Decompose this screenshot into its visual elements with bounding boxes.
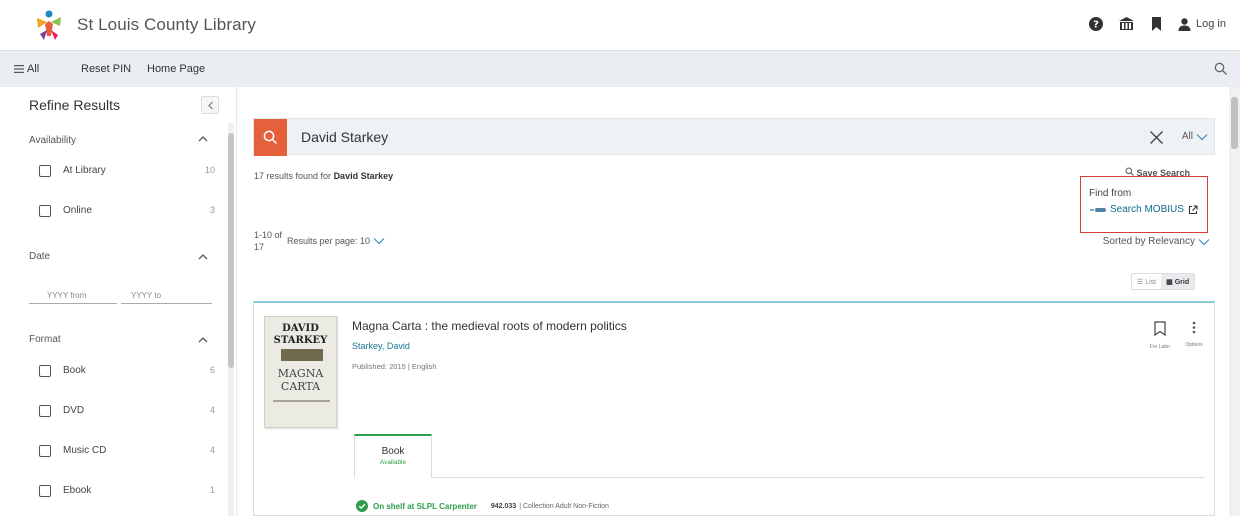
date-to-input[interactable]: YYYY to xyxy=(121,288,212,304)
all-menu-label: All xyxy=(27,63,40,75)
chevron-up-icon[interactable] xyxy=(197,133,209,145)
checkbox[interactable] xyxy=(39,365,51,377)
format-tab-book[interactable]: Book Available xyxy=(354,434,432,478)
checkbox[interactable] xyxy=(39,445,51,457)
login-label: Log in xyxy=(1196,18,1226,30)
facet-option-book[interactable]: Book 6 xyxy=(39,365,215,381)
check-circle-icon xyxy=(356,500,368,512)
help-icon[interactable]: ? xyxy=(1088,16,1104,32)
facet-option-ebook[interactable]: Ebook 1 xyxy=(39,485,215,501)
search-scope-label: All xyxy=(1181,131,1193,142)
checkbox[interactable] xyxy=(39,205,51,217)
search-mobius-link[interactable]: Search MOBIUS xyxy=(1090,204,1198,215)
search-icon xyxy=(1125,167,1134,176)
site-title[interactable]: St Louis County Library xyxy=(77,15,256,35)
pagination-range: 1-10 of 17 xyxy=(254,230,283,252)
nav-bar: All Reset PIN Home Page xyxy=(0,50,1240,87)
date-from-input[interactable]: YYYY from xyxy=(29,288,117,304)
more-vertical-icon xyxy=(1192,321,1196,334)
chevron-left-icon xyxy=(207,101,213,109)
header-actions: ? Log in xyxy=(1088,16,1226,32)
results-query: David Starkey xyxy=(333,171,394,181)
cover-subtitle-line xyxy=(273,400,330,402)
result-published: Published: 2015 | English xyxy=(352,362,437,371)
list-icon: ☰ xyxy=(1137,279,1144,286)
main-scroll-thumb[interactable] xyxy=(1231,97,1238,149)
availability-status[interactable]: On shelf at SLPL Carpenter xyxy=(373,502,477,511)
result-card: DAVID STARKEY MAGNA CARTA Magna Carta : … xyxy=(253,301,1215,516)
facet-count: 1 xyxy=(209,485,215,495)
facet-count: 6 xyxy=(209,365,215,375)
for-later-button[interactable]: For Later xyxy=(1149,321,1171,350)
format-status: Available xyxy=(379,459,407,466)
bookmark-icon[interactable] xyxy=(1148,16,1164,32)
facet-count: 4 xyxy=(209,445,215,455)
collapse-sidebar-button[interactable] xyxy=(201,96,219,114)
chevron-up-icon[interactable] xyxy=(197,334,209,346)
collection-info: | Collection Adult Non-Fiction xyxy=(519,502,609,510)
library-icon[interactable] xyxy=(1118,16,1134,32)
view-grid-button[interactable]: ▦ Grid xyxy=(1161,274,1195,289)
view-list-button[interactable]: ☰ List xyxy=(1132,274,1162,289)
result-title[interactable]: Magna Carta : the medieval roots of mode… xyxy=(352,319,627,333)
chevron-up-icon[interactable] xyxy=(197,251,209,263)
options-button[interactable]: Options xyxy=(1181,321,1207,348)
search-icon[interactable] xyxy=(1214,62,1228,76)
chevron-down-icon xyxy=(1198,238,1210,245)
results-per-page-select[interactable]: Results per page: 10 xyxy=(287,236,385,246)
facet-heading-availability[interactable]: Availability xyxy=(29,135,76,146)
cover-author-text: DAVID STARKEY xyxy=(273,323,328,346)
grid-icon: ▦ xyxy=(1166,279,1173,286)
facet-count: 4 xyxy=(209,405,215,415)
library-logo-icon[interactable] xyxy=(34,8,64,42)
site-header: St Louis County Library ? Log in xyxy=(0,0,1240,50)
result-author[interactable]: Starkey, David xyxy=(352,341,410,351)
nav-home-page[interactable]: Home Page xyxy=(147,63,205,75)
find-from-title: Find from xyxy=(1089,188,1132,199)
chevron-down-icon xyxy=(373,238,385,245)
call-number: 942.033 xyxy=(490,502,517,510)
nav-reset-pin[interactable]: Reset PIN xyxy=(81,63,131,75)
refine-title: Refine Results xyxy=(29,97,121,113)
bookmark-outline-icon xyxy=(1154,321,1166,337)
search-icon xyxy=(263,130,278,145)
refine-sidebar: Refine Results Availability At Library 1… xyxy=(0,87,237,516)
facet-option-music-cd[interactable]: Music CD 4 xyxy=(39,445,215,461)
facet-option-at-library[interactable]: At Library 10 xyxy=(39,165,215,181)
checkbox[interactable] xyxy=(39,165,51,177)
search-input[interactable]: David Starkey xyxy=(301,129,388,145)
search-bar: David Starkey All xyxy=(253,118,1215,156)
sidebar-scroll-thumb[interactable] xyxy=(228,133,234,368)
facet-option-online[interactable]: Online 3 xyxy=(39,205,215,221)
view-toggle: ☰ List ▦ Grid xyxy=(1131,273,1196,290)
facet-count: 10 xyxy=(204,165,215,175)
search-submit-button[interactable] xyxy=(254,119,287,156)
cover-artwork xyxy=(281,349,323,361)
hamburger-icon xyxy=(14,65,24,73)
find-from-box: Find from Search MOBIUS xyxy=(1080,176,1208,233)
facet-heading-date[interactable]: Date xyxy=(29,251,50,262)
cover-title-text: MAGNA CARTA xyxy=(277,367,324,393)
results-count: 17 results found for David Starkey xyxy=(254,171,394,181)
checkbox[interactable] xyxy=(39,485,51,497)
mobius-logo-icon xyxy=(1090,207,1106,212)
user-icon xyxy=(1178,17,1191,31)
chevron-down-icon xyxy=(1196,133,1208,140)
svg-text:?: ? xyxy=(1093,20,1099,31)
facet-option-dvd[interactable]: DVD 4 xyxy=(39,405,215,421)
facet-heading-format[interactable]: Format xyxy=(29,334,61,345)
close-icon[interactable] xyxy=(1149,130,1164,145)
tab-divider xyxy=(431,477,1205,478)
facet-count: 3 xyxy=(209,205,215,215)
book-cover[interactable]: DAVID STARKEY MAGNA CARTA xyxy=(264,316,337,428)
all-menu-button[interactable]: All xyxy=(14,63,39,75)
search-scope-select[interactable]: All xyxy=(1182,131,1208,142)
sort-select[interactable]: Sorted by Relevancy xyxy=(1103,236,1210,247)
availability-row: On shelf at SLPL Carpenter 942.033 | Col… xyxy=(356,500,609,512)
main-scrollbar[interactable] xyxy=(1229,87,1240,516)
checkbox[interactable] xyxy=(39,405,51,417)
external-link-icon xyxy=(1188,204,1198,214)
login-link[interactable]: Log in xyxy=(1178,17,1226,31)
